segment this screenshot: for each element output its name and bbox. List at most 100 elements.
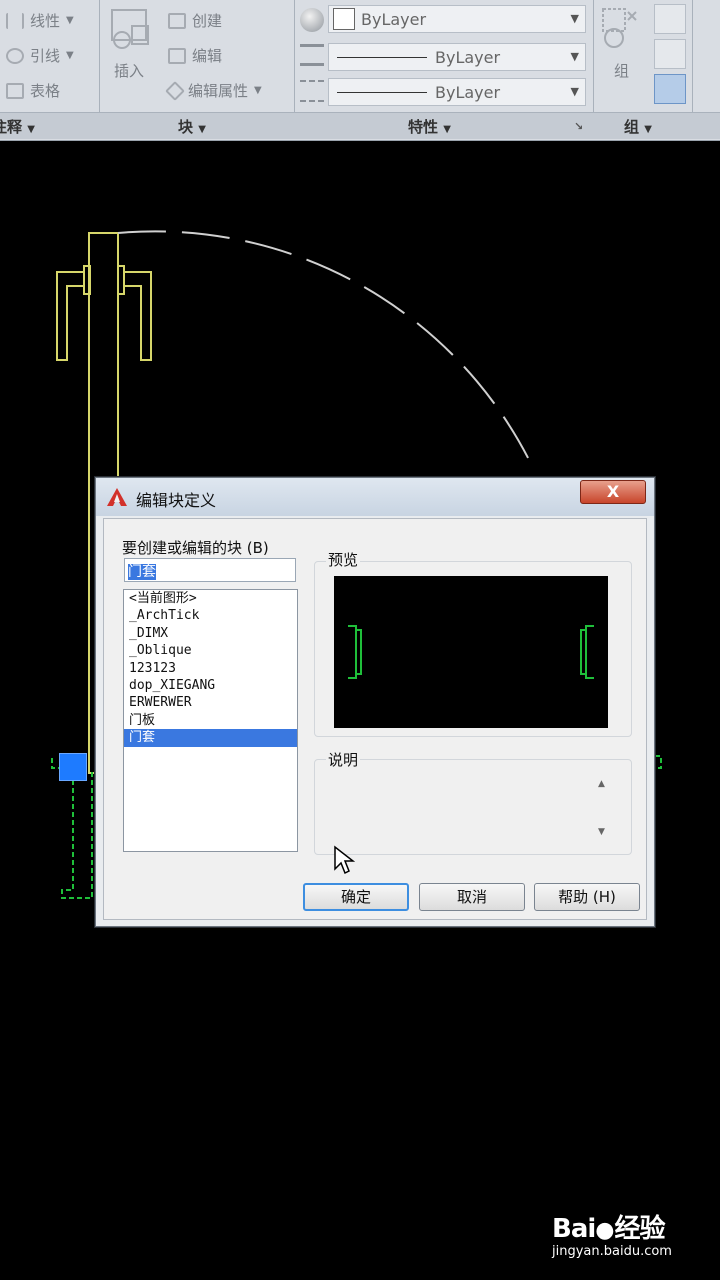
scroll-down-icon[interactable]: ▼ [598, 827, 605, 837]
preview-label: 预览 [326, 549, 361, 570]
color-value: ByLayer [361, 9, 427, 29]
color-box-icon [333, 8, 355, 30]
edit-block-button[interactable]: 编辑 [168, 45, 222, 66]
edit-attributes-icon [165, 80, 185, 101]
create-block-button[interactable]: 创建 [168, 10, 222, 31]
linetype-dropdown[interactable]: ByLayer ▼ [328, 43, 586, 71]
chevron-down-icon[interactable]: ▼ [66, 50, 74, 61]
block-preview [334, 576, 608, 728]
block-name-value: 门套 [128, 564, 156, 580]
block-panel-title-text: 块 [178, 118, 194, 136]
lineweight-value: ByLayer [435, 82, 501, 102]
leader-button[interactable]: 引线 ▼ [6, 45, 74, 66]
description-field[interactable] [320, 775, 610, 847]
properties-panel-title-text: 特性 [408, 118, 439, 136]
group-selection-toggle[interactable] [654, 74, 686, 104]
dialog-title-bar[interactable]: 编辑块定义 X [96, 478, 654, 516]
linetype-icon [300, 80, 324, 102]
line-sample [337, 56, 427, 58]
ribbon-body: 线性 ▼ 引线 ▼ 表格 插入 创建 编辑 编辑属性 ▼ ByLayer ▼ B… [0, 0, 720, 112]
description-label: 说明 [326, 749, 361, 770]
table-button[interactable]: 表格 [6, 80, 60, 101]
baidu-watermark: Bai●经验 jingyan.baidu.com [552, 1208, 672, 1259]
ok-button[interactable]: 确定 [303, 883, 409, 911]
close-icon: X [606, 482, 620, 501]
linear-dimension-icon [6, 12, 24, 29]
edit-attributes-button[interactable]: 编辑属性 ▼ [165, 80, 262, 101]
chevron-down-icon: ▼ [644, 124, 652, 135]
linear-dimension-label: 线性 [30, 12, 61, 30]
lineweight-dropdown[interactable]: ByLayer ▼ [328, 78, 586, 106]
edit-block-label: 编辑 [192, 47, 223, 65]
list-item-selected[interactable]: 门套 [124, 729, 297, 747]
group-edit-button[interactable] [654, 39, 686, 69]
insert-label: 插入 [114, 62, 145, 80]
group-panel-title[interactable]: 组 ▼ [624, 116, 652, 137]
create-block-label: 创建 [192, 12, 223, 30]
block-list[interactable]: <当前图形> _ArchTick _DIMX _Oblique 123123 d… [123, 589, 298, 852]
scroll-up-icon[interactable]: ▲ [598, 779, 605, 789]
ribbon: 线性 ▼ 引线 ▼ 表格 插入 创建 编辑 编辑属性 ▼ ByLayer ▼ B… [0, 0, 720, 141]
insert-button[interactable]: 插入 [108, 6, 154, 84]
properties-panel-title[interactable]: 特性 ▼ [408, 116, 451, 137]
dialog-title: 编辑块定义 [136, 491, 217, 510]
table-icon [6, 82, 24, 99]
watermark-brand: Bai [552, 1214, 596, 1244]
line-sample [337, 91, 427, 93]
watermark-url: jingyan.baidu.com [552, 1244, 672, 1259]
color-swatch-icon [300, 8, 324, 32]
mouse-cursor-icon [334, 845, 355, 875]
list-item[interactable]: ERWERWER [124, 694, 297, 711]
chevron-down-icon: ▼ [570, 50, 579, 63]
table-label: 表格 [30, 82, 61, 100]
edit-block-definition-dialog: 编辑块定义 X 要创建或编辑的块 (B) 门套 <当前图形> _ArchTick… [95, 477, 655, 927]
help-button[interactable]: 帮助 (H) [534, 883, 640, 911]
list-item[interactable]: _Oblique [124, 642, 297, 659]
linear-dimension-button[interactable]: 线性 ▼ [6, 10, 74, 31]
group-button[interactable]: 组 [600, 6, 644, 82]
list-item[interactable]: _DIMX [124, 625, 297, 642]
edit-block-icon [168, 47, 186, 64]
color-dropdown[interactable]: ByLayer ▼ [328, 5, 586, 33]
chevron-down-icon: ▼ [443, 124, 451, 135]
watermark-brand-tail: 经验 [614, 1214, 665, 1244]
paw-logo-icon: ● [595, 1218, 615, 1243]
linetype-value: ByLayer [435, 47, 501, 67]
door-swing-arc [117, 230, 536, 473]
chevron-down-icon[interactable]: ▼ [66, 15, 74, 26]
annotation-panel-title-text: 注释 [0, 118, 23, 136]
chevron-down-icon: ▼ [570, 85, 579, 98]
leader-label: 引线 [30, 47, 61, 65]
chevron-down-icon: ▼ [27, 124, 35, 135]
edit-attributes-label: 编辑属性 [188, 82, 249, 100]
leader-icon [6, 47, 24, 64]
list-item[interactable]: 123123 [124, 660, 297, 677]
list-item[interactable]: _ArchTick [124, 607, 297, 624]
autocad-logo-icon [107, 488, 127, 506]
list-item[interactable]: <当前图形> [124, 590, 297, 607]
lineweight-icon [300, 44, 324, 66]
ungroup-button[interactable] [654, 4, 686, 34]
description-scrollbar[interactable]: ▲ ▼ [596, 777, 610, 843]
chevron-down-icon: ▼ [570, 12, 579, 25]
group-icon [602, 8, 637, 48]
block-name-field[interactable]: 门套 [124, 558, 296, 582]
block-panel-title[interactable]: 块 ▼ [178, 116, 206, 137]
close-button[interactable]: X [580, 480, 646, 504]
list-item[interactable]: dop_XIEGANG [124, 677, 297, 694]
cancel-button[interactable]: 取消 [419, 883, 525, 911]
door-frame-preview-graphic [348, 625, 594, 679]
list-item[interactable]: 门板 [124, 712, 297, 729]
chevron-down-icon: ▼ [198, 124, 206, 135]
properties-dialog-launcher-icon[interactable]: ↘ [574, 120, 583, 133]
ribbon-panel-titles [0, 112, 720, 139]
annotation-panel-title[interactable]: 注释 ▼ [0, 116, 35, 137]
dialog-content: 要创建或编辑的块 (B) 门套 <当前图形> _ArchTick _DIMX _… [103, 518, 647, 920]
group-label: 组 [614, 62, 630, 80]
insert-block-icon [111, 9, 149, 49]
create-block-icon [168, 12, 186, 29]
group-panel-title-text: 组 [624, 118, 640, 136]
selection-grip[interactable] [59, 753, 87, 781]
chevron-down-icon[interactable]: ▼ [254, 85, 262, 96]
block-name-label: 要创建或编辑的块 (B) [122, 539, 269, 557]
